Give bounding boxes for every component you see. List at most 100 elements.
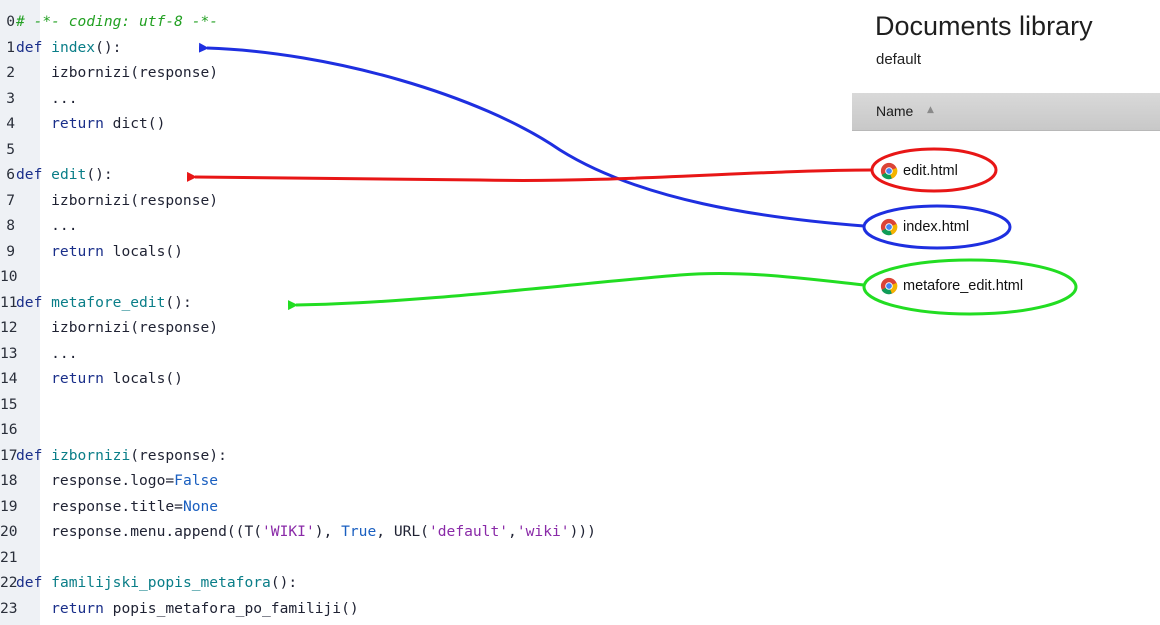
code-text: # -*- coding: utf-8 -*- [16, 9, 218, 35]
sort-ascending-icon: ▲ [927, 105, 934, 115]
code-token: False [174, 472, 219, 489]
name-column-header[interactable]: Name ▲ [852, 93, 1160, 131]
line-number: 2 [6, 64, 15, 81]
line-number: 17 [0, 446, 18, 464]
index-link-arrow [198, 42, 865, 228]
file-item-metafore-edit[interactable]: metafore_edit.html [880, 275, 1023, 297]
code-token: locals() [112, 242, 183, 260]
name-column-label: Name [876, 103, 914, 119]
line-number: 13 [0, 344, 18, 362]
documents-library-panel: Documents library default Name ▲ [852, 0, 1160, 625]
code-token: def [16, 293, 52, 311]
code-token: popis_metafora_po_familiji() [112, 599, 359, 617]
code-text: return popis_metafora_po_familiji() [16, 596, 359, 622]
code-token: , URL( [376, 523, 429, 540]
line-number: 6 [6, 166, 15, 183]
code-token: (response): [130, 446, 227, 464]
line-number: 22 [0, 574, 18, 591]
line-number: 4 [6, 115, 15, 132]
file-name: metafore_edit.html [903, 278, 1024, 294]
line-number: 9 [6, 242, 15, 260]
code-text: response.title=None [16, 494, 218, 520]
line-number: 14 [0, 370, 18, 387]
code-token: ))) [569, 523, 596, 540]
line-number: 12 [0, 319, 18, 336]
code-token: dict() [112, 115, 166, 132]
chrome-icon [880, 162, 898, 180]
line-number: 11 [0, 293, 18, 311]
line-number: 18 [0, 472, 18, 489]
code-token: ... [16, 344, 78, 362]
code-token: True [341, 523, 377, 540]
code-token: def [16, 166, 52, 183]
code-token: return [16, 370, 113, 387]
code-token: index [51, 38, 96, 56]
code-token: None [182, 497, 219, 515]
file-item-edit[interactable]: edit.html [880, 160, 958, 182]
file-item-index[interactable]: index.html [880, 216, 969, 238]
line-number: 1 [6, 38, 15, 56]
code-text: izbornizi(response) [16, 188, 218, 214]
code-text: ... [16, 341, 78, 367]
code-token: izbornizi(response) [16, 319, 219, 336]
code-text: def familijski_popis_metafora(): [16, 570, 297, 596]
code-text: response.logo=False [16, 468, 218, 494]
metafore-edit-link-arrow [287, 271, 865, 311]
line-number: 19 [0, 497, 18, 515]
code-token: , [508, 523, 517, 540]
code-token: return [16, 242, 113, 260]
code-text: ... [16, 86, 78, 112]
code-token: response.menu.append((T( [16, 523, 263, 540]
chrome-icon [880, 218, 898, 236]
code-token: def [16, 574, 52, 591]
file-name: edit.html [903, 163, 958, 179]
library-title: Documents library [875, 11, 1093, 41]
line-number: 7 [6, 191, 15, 209]
code-text: izbornizi(response) [16, 60, 218, 86]
code-token: 'wiki' [516, 523, 570, 540]
code-text: izbornizi(response) [16, 315, 218, 341]
code-token: edit [51, 166, 87, 183]
code-text: def index(): [16, 35, 121, 61]
code-text: def edit(): [16, 162, 113, 188]
code-token: # -*- coding: utf-8 -*- [16, 13, 219, 30]
chrome-icon [880, 277, 898, 295]
code-token: ... [16, 217, 78, 234]
line-number: 23 [0, 599, 18, 617]
code-token: 'default' [428, 523, 509, 540]
code-token: izbornizi(response) [16, 64, 219, 81]
line-number: 5 [6, 140, 15, 158]
code-token: ), [314, 523, 342, 540]
code-text: ... [16, 213, 78, 239]
code-token: izbornizi [51, 446, 131, 464]
code-token: locals() [112, 370, 183, 387]
code-text: def metafore_edit(): [16, 290, 192, 316]
library-subtitle: default [876, 51, 922, 68]
code-token: def [16, 38, 52, 56]
code-token: izbornizi(response) [16, 191, 219, 209]
code-token: (): [95, 38, 122, 56]
code-text: def izbornizi(response): [16, 443, 227, 469]
code-token: (): [270, 574, 298, 591]
code-token: familijski_popis_metafora [51, 574, 271, 591]
code-token: response.logo= [16, 472, 175, 489]
code-token: ... [16, 89, 78, 107]
line-number: 8 [6, 217, 15, 234]
code-text: return dict() [16, 111, 165, 137]
line-number: 10 [0, 268, 18, 285]
file-name: index.html [903, 219, 970, 235]
line-number: 0 [6, 13, 15, 30]
line-number: 15 [0, 395, 18, 413]
code-text: return locals() [16, 366, 183, 392]
code-token: def [16, 446, 52, 464]
code-text: return locals() [16, 239, 183, 265]
code-token: metafore_edit [51, 293, 166, 311]
code-token: response.title= [16, 497, 183, 515]
code-token: (): [86, 166, 113, 183]
line-number: 16 [0, 421, 18, 438]
line-number: 20 [0, 523, 18, 540]
code-token: return [16, 115, 113, 132]
code-text: response.menu.append((T('WIKI'), True, U… [16, 519, 596, 545]
line-number: 3 [6, 89, 15, 107]
code-token: 'WIKI' [262, 523, 315, 540]
